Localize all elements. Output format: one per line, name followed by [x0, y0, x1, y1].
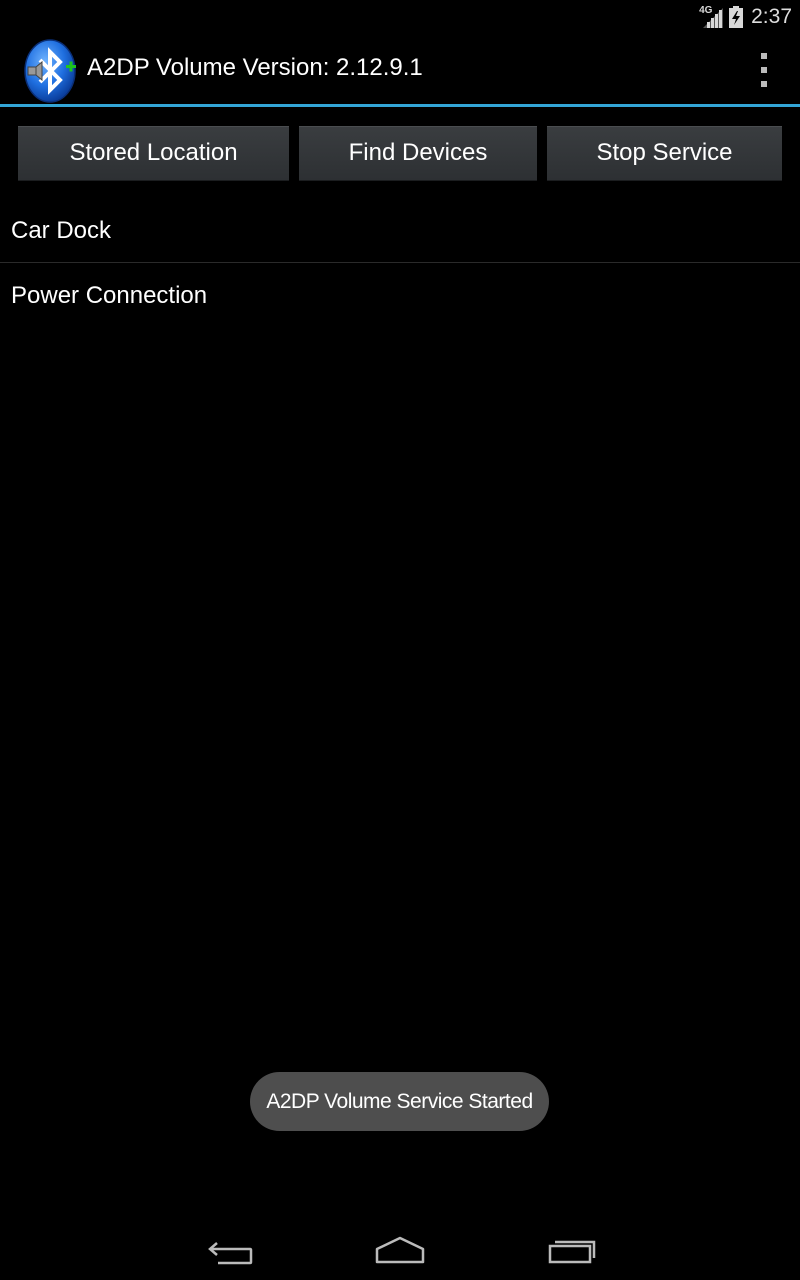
- action-bar: A2DP Volume Version: 2.12.9.1: [0, 33, 800, 105]
- screen: 4G 2:37 A2DP Volume Version: 2.12.9.1 St…: [0, 0, 800, 1280]
- device-list: Car Dock Power Connection: [0, 198, 800, 327]
- find-devices-button[interactable]: Find Devices: [299, 126, 537, 181]
- stop-service-button[interactable]: Stop Service: [547, 126, 782, 181]
- app-title: A2DP Volume Version: 2.12.9.1: [87, 54, 423, 81]
- signal-icon: 4G: [699, 6, 724, 28]
- toast-message: A2DP Volume Service Started: [250, 1072, 549, 1131]
- button-row: Stored Location Find Devices Stop Servic…: [0, 126, 800, 182]
- status-icons: 4G 2:37: [699, 4, 792, 30]
- back-icon[interactable]: [200, 1232, 260, 1272]
- home-icon[interactable]: [370, 1232, 430, 1272]
- navigation-bar: [0, 1212, 800, 1280]
- stored-location-button[interactable]: Stored Location: [18, 126, 289, 181]
- list-item-power-connection[interactable]: Power Connection: [0, 263, 800, 327]
- overflow-menu-icon[interactable]: [754, 53, 774, 87]
- list-item-label: Car Dock: [11, 217, 112, 244]
- bluetooth-volume-icon[interactable]: [22, 39, 80, 103]
- action-bar-divider: [0, 104, 800, 107]
- recent-apps-icon[interactable]: [542, 1232, 602, 1272]
- list-item-label: Power Connection: [11, 282, 208, 309]
- status-bar: 4G 2:37: [0, 0, 800, 33]
- list-item-car-dock[interactable]: Car Dock: [0, 198, 800, 262]
- battery-charging-icon: [729, 6, 744, 28]
- status-clock: 2:37: [751, 5, 792, 28]
